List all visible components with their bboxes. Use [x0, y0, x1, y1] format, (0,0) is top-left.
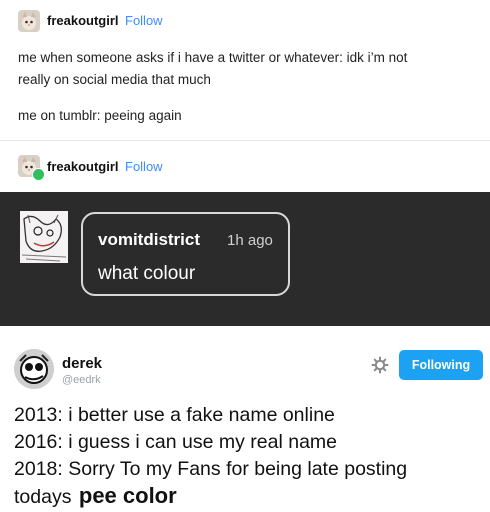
tweet-bold-text: pee color: [78, 483, 177, 508]
gear-icon[interactable]: [371, 356, 389, 374]
tweet-display-name[interactable]: derek: [62, 355, 102, 372]
avatar-freakoutgirl[interactable]: [18, 10, 40, 32]
tweet-avatar[interactable]: [14, 349, 54, 389]
comment-text: what colour: [98, 263, 196, 284]
tweet-handle[interactable]: @eedrk: [62, 374, 101, 386]
cat-avatar-icon: [18, 10, 40, 32]
follow-button[interactable]: Follow: [125, 159, 163, 174]
post-divider: [0, 140, 490, 141]
comment-time: 1h ago: [227, 232, 273, 249]
post-text-line: me when someone asks if i have a twitter…: [18, 50, 408, 65]
tweet-text-line: 2018: Sorry To my Fans for being late po…: [14, 458, 408, 480]
comment-bubble: vomitdistrict 1h ago what colour: [81, 212, 290, 296]
tweet-last-line: todays pee color: [14, 483, 177, 509]
tweet-text-line: 2016: i guess i can use my real name: [14, 431, 338, 453]
post-text-line: me on tumblr: peeing again: [18, 108, 182, 123]
post-username[interactable]: freakoutgirl: [47, 159, 119, 174]
tweet-last-line-prefix: todays: [14, 486, 72, 508]
following-button[interactable]: Following: [399, 350, 483, 380]
tweet-avatar-icon: [14, 349, 54, 389]
tweet-text-line: 2013: i better use a fake name online: [14, 404, 335, 426]
comment-username[interactable]: vomitdistrict: [98, 230, 200, 250]
reblog-badge-icon: [32, 168, 45, 181]
sketch-avatar-icon: [20, 211, 68, 263]
follow-button[interactable]: Follow: [125, 13, 163, 28]
post-username[interactable]: freakoutgirl: [47, 13, 119, 28]
commenter-avatar: [20, 211, 68, 263]
post-text-line: really on social media that much: [18, 72, 211, 87]
